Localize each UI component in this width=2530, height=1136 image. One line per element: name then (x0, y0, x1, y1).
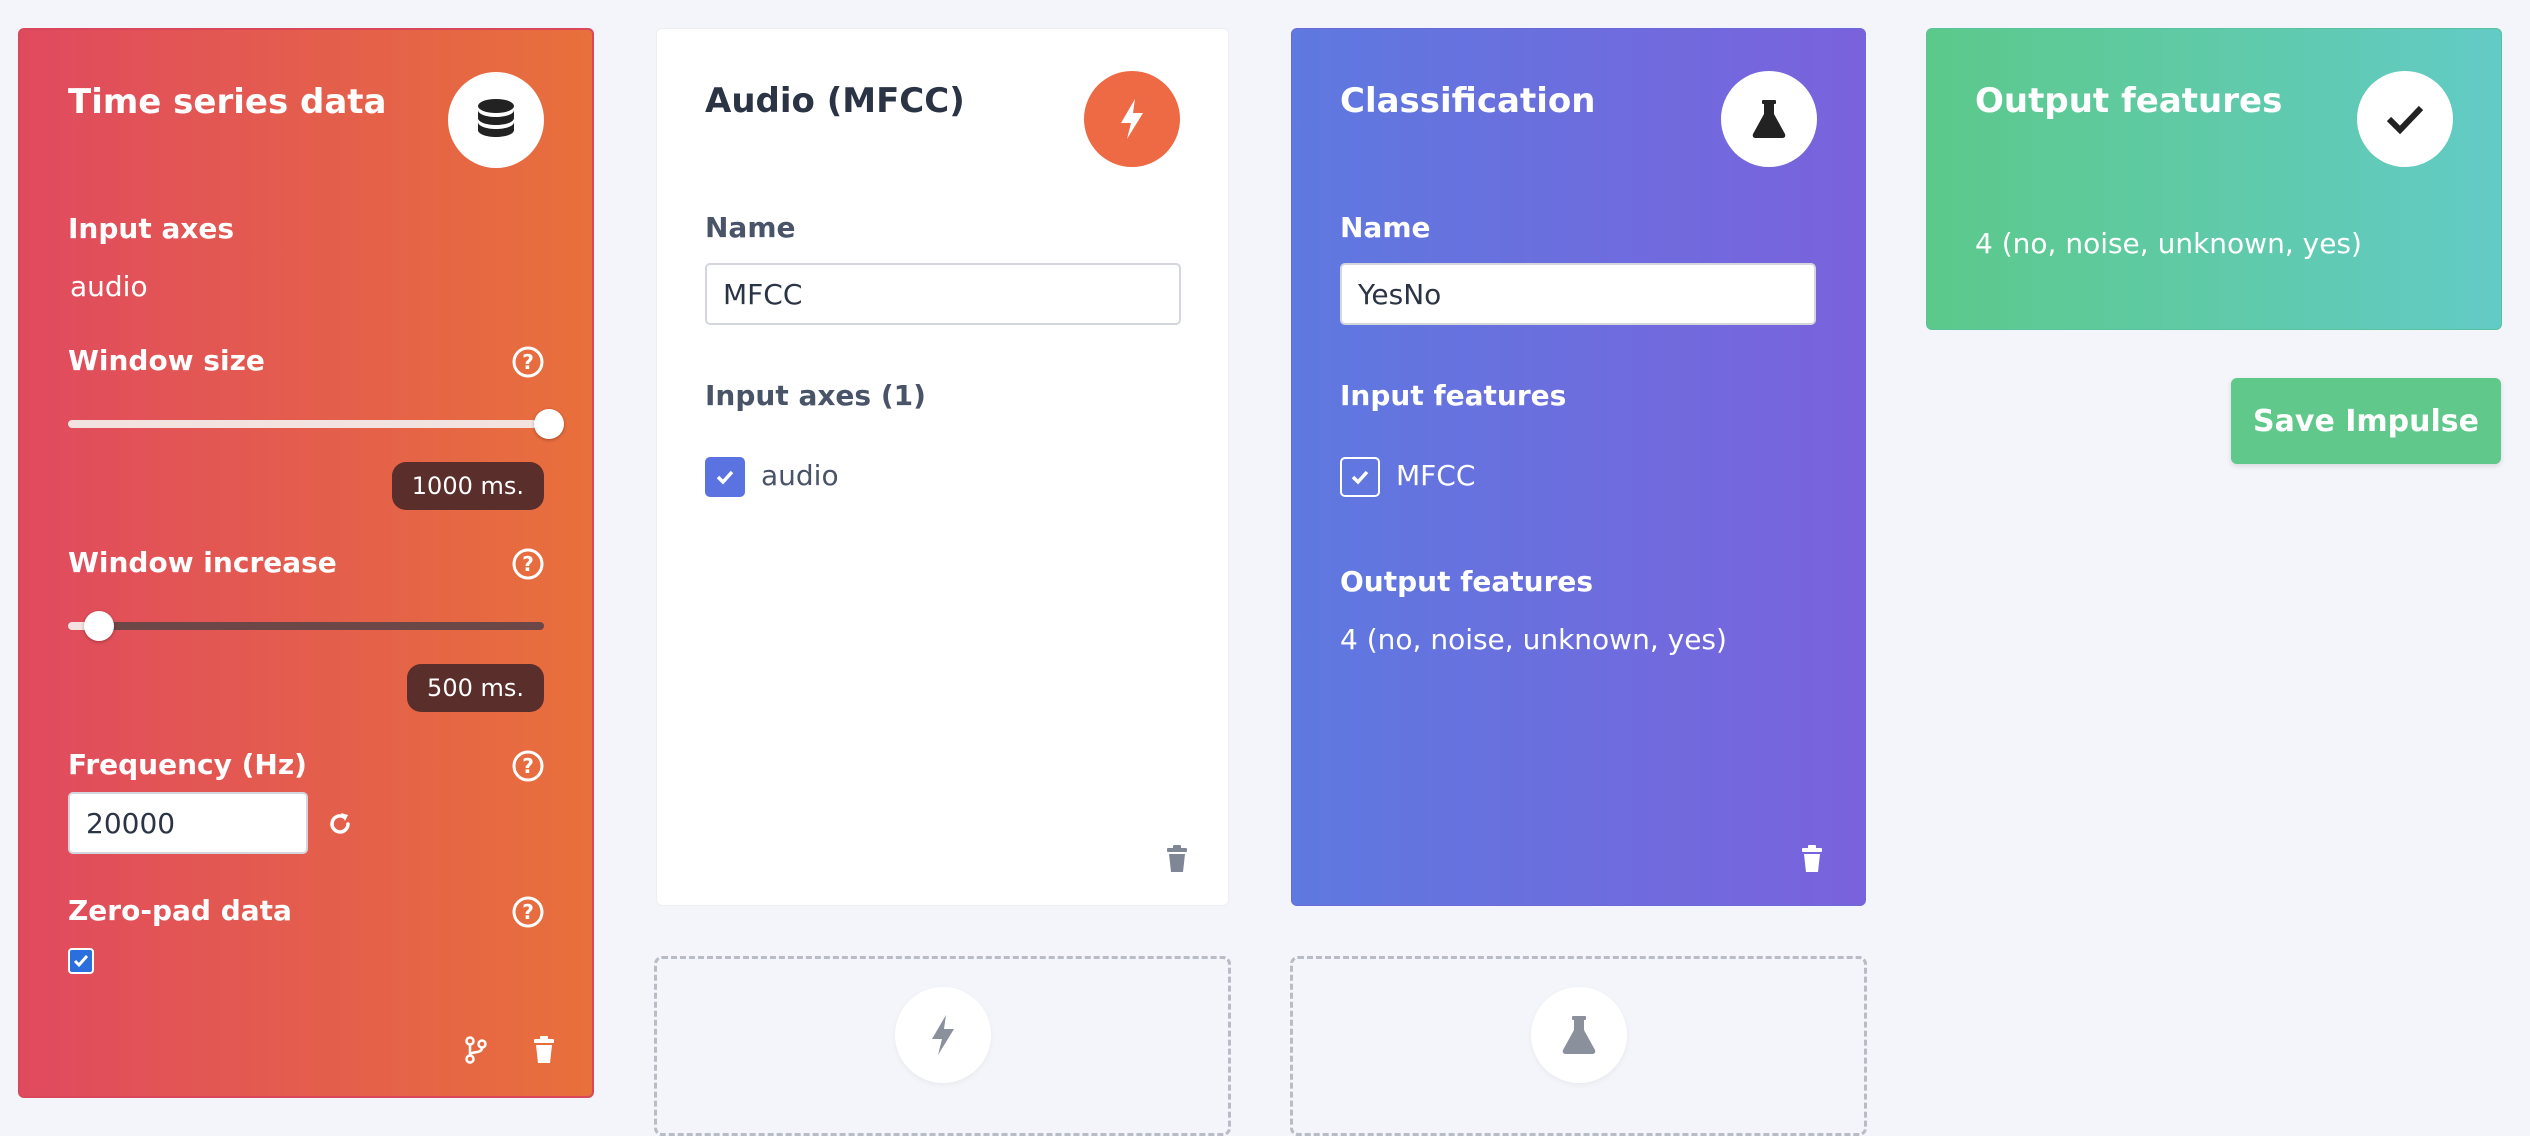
slider-thumb[interactable] (84, 611, 114, 641)
card-title: Audio (MFCC) (705, 81, 965, 121)
time-series-card: Time series data Input axes audio Window… (18, 28, 594, 1098)
frequency-label: Frequency (Hz) (68, 748, 307, 781)
slider-track (68, 420, 564, 428)
trash-icon[interactable] (532, 1036, 556, 1064)
card-title: Output features (1975, 81, 2283, 121)
add-learning-block[interactable] (1290, 956, 1867, 1136)
save-impulse-button[interactable]: Save Impulse (2231, 378, 2501, 464)
name-label: Name (705, 211, 796, 244)
name-input[interactable]: YesNo (1340, 263, 1816, 325)
svg-text:?: ? (522, 350, 534, 374)
add-processing-block[interactable] (654, 956, 1231, 1136)
window-size-value: 1000 ms. (391, 462, 544, 510)
flask-icon (1531, 987, 1627, 1083)
classification-card: Classification Name YesNo Input features… (1291, 28, 1866, 906)
svg-text:?: ? (522, 900, 534, 924)
database-icon (448, 72, 544, 168)
lightning-icon (895, 987, 991, 1083)
output-features-value: 4 (no, noise, unknown, yes) (1975, 227, 2362, 260)
refresh-icon[interactable] (326, 810, 354, 838)
help-icon[interactable]: ? (512, 548, 544, 580)
input-axes-label: Input axes (1) (705, 379, 926, 412)
window-increase-value: 500 ms. (407, 664, 544, 712)
audio-mfcc-card: Audio (MFCC) Name MFCC Input axes (1) au… (656, 28, 1229, 906)
output-features-value: 4 (no, noise, unknown, yes) (1340, 623, 1727, 656)
feature-checkbox[interactable] (1340, 457, 1380, 497)
card-title: Classification (1340, 81, 1596, 121)
output-features-label: Output features (1340, 565, 1594, 598)
help-icon[interactable]: ? (512, 346, 544, 378)
window-increase-label: Window increase (68, 546, 337, 579)
frequency-input[interactable]: 20000 (68, 792, 308, 854)
slider-thumb[interactable] (534, 409, 564, 439)
check-icon (2357, 71, 2453, 167)
window-size-label: Window size (68, 344, 265, 377)
help-icon[interactable]: ? (512, 750, 544, 782)
input-axes-value: audio (70, 270, 148, 303)
axis-checkbox[interactable] (705, 457, 745, 497)
slider-track (68, 622, 544, 630)
zero-pad-checkbox[interactable] (68, 948, 94, 974)
svg-text:?: ? (522, 552, 534, 576)
zero-pad-label: Zero-pad data (68, 894, 292, 927)
lightning-icon (1084, 71, 1180, 167)
name-input[interactable]: MFCC (705, 263, 1181, 325)
flask-icon (1721, 71, 1817, 167)
trash-icon[interactable] (1165, 845, 1189, 873)
output-features-card: Output features 4 (no, noise, unknown, y… (1926, 28, 2502, 330)
axis-label: audio (761, 459, 839, 492)
trash-icon[interactable] (1800, 845, 1824, 873)
name-label: Name (1340, 211, 1431, 244)
svg-text:?: ? (522, 754, 534, 778)
input-features-label: Input features (1340, 379, 1567, 412)
input-axes-label: Input axes (68, 212, 235, 245)
branch-icon[interactable] (464, 1036, 488, 1064)
feature-label: MFCC (1396, 459, 1476, 492)
help-icon[interactable]: ? (512, 896, 544, 928)
card-title: Time series data (68, 82, 387, 122)
